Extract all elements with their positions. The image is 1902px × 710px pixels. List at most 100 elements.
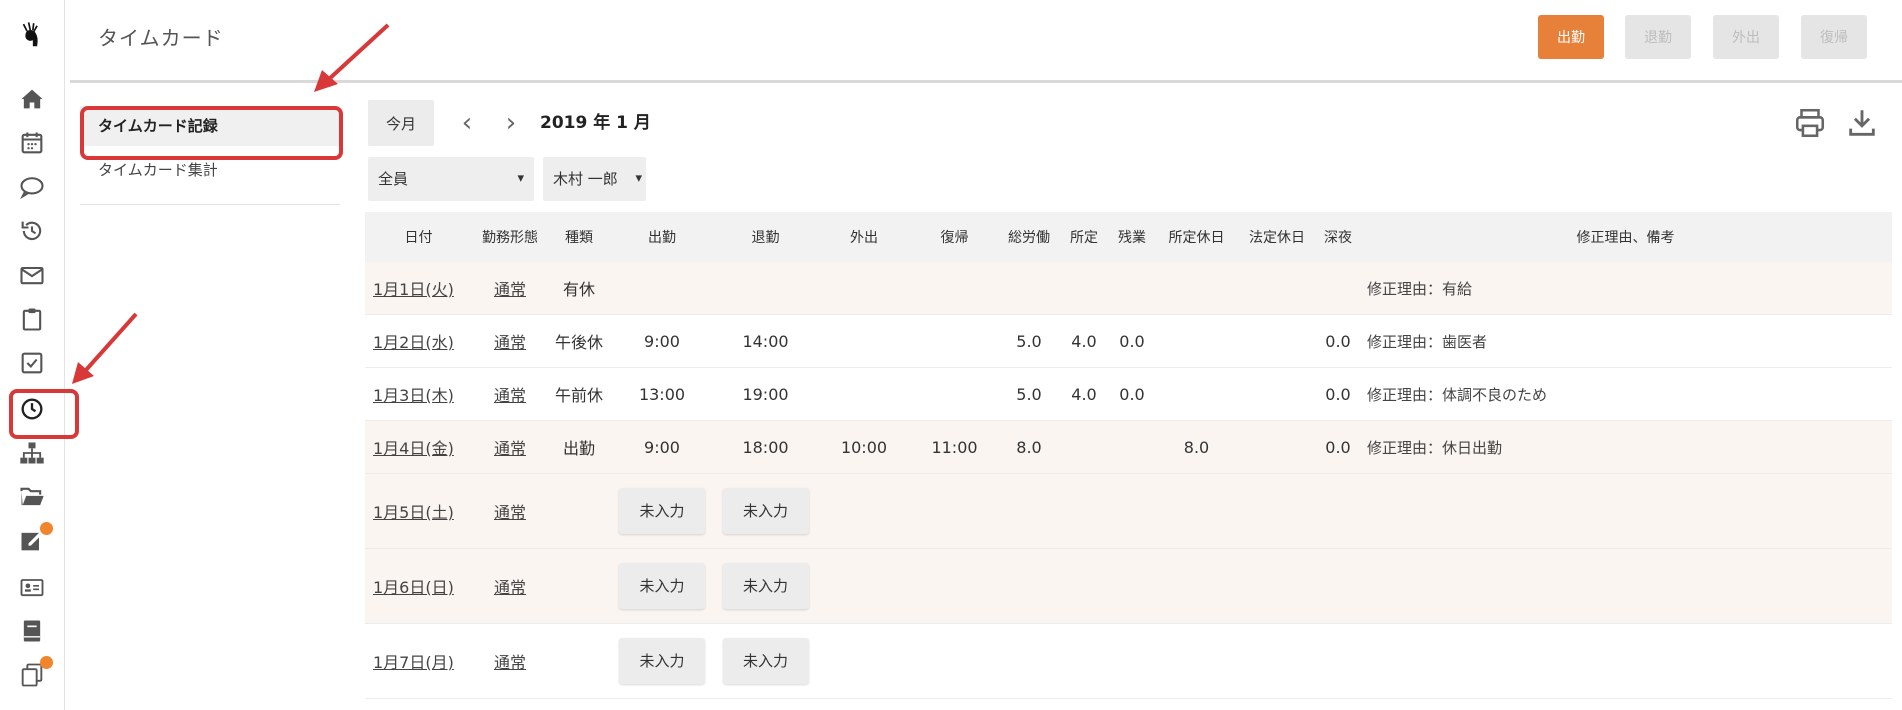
clock-out-button[interactable]: 退勤	[1625, 15, 1691, 59]
clock-in-unset-button[interactable]: 未入力	[619, 563, 705, 609]
row-empty-cells	[817, 623, 1359, 699]
row-date-link[interactable]: 1月4日(金)	[365, 420, 472, 474]
row-legal-holiday	[1237, 314, 1317, 368]
row-date-link[interactable]: 1月1日(火)	[365, 262, 472, 315]
row-clock-in: 未入力	[610, 623, 714, 699]
row-remark	[1359, 623, 1892, 699]
clock-icon-highlight	[9, 389, 79, 439]
table-row: 1月7日(月) 通常 未入力 未入力	[365, 623, 1892, 699]
row-go-out: 10:00	[817, 420, 911, 474]
row-date-link[interactable]: 1月5日(土)	[365, 473, 472, 549]
chevron-down-icon: ▾	[517, 171, 524, 186]
page-header: タイムカード 出勤 退勤 外出 復帰	[70, 0, 1902, 83]
user-select[interactable]: 木村 一郎 ▾	[543, 157, 646, 201]
col-date: 日付	[365, 212, 472, 262]
row-overtime: 0.0	[1108, 314, 1156, 368]
group-select-value: 全員	[378, 170, 409, 188]
row-work-type-link[interactable]: 通常	[472, 623, 548, 699]
copy-icon[interactable]	[12, 656, 53, 694]
clock-out-unset-button[interactable]: 未入力	[722, 563, 809, 609]
calendar-icon[interactable]	[12, 124, 52, 162]
row-date-link[interactable]: 1月2日(水)	[365, 314, 472, 368]
print-icon[interactable]	[1793, 106, 1827, 140]
chat-icon[interactable]	[12, 168, 52, 206]
col-kind: 種類	[548, 212, 610, 262]
table-row: 1月2日(水) 通常 午後休 9:00 14:00 5.0 4.0 0.0 0.…	[365, 314, 1892, 368]
book-icon[interactable]	[12, 612, 52, 650]
row-clock-out: 14:00	[714, 314, 817, 368]
notification-dot	[40, 656, 53, 669]
row-scheduled	[1060, 262, 1108, 315]
row-return	[911, 262, 998, 315]
row-work-type-link[interactable]: 通常	[472, 262, 548, 315]
row-total: 5.0	[998, 314, 1060, 368]
row-total	[998, 262, 1060, 315]
table-row: 1月3日(木) 通常 午前休 13:00 19:00 5.0 4.0 0.0 0…	[365, 367, 1892, 421]
next-month-icon[interactable]: ›	[498, 108, 524, 138]
row-clock-out	[714, 262, 817, 315]
row-go-out	[817, 367, 911, 421]
return-button[interactable]: 復帰	[1801, 15, 1867, 59]
clock-in-button[interactable]: 出勤	[1538, 15, 1604, 59]
notification-dot	[40, 522, 53, 535]
clock-out-unset-button[interactable]: 未入力	[722, 638, 809, 684]
row-empty-cells	[817, 548, 1359, 624]
row-work-type-link[interactable]: 通常	[472, 367, 548, 421]
row-remark: 修正理由：歯医者	[1359, 314, 1892, 368]
row-clock-in: 未入力	[610, 473, 714, 549]
this-month-button[interactable]: 今月	[368, 100, 434, 146]
row-date-link[interactable]: 1月7日(月)	[365, 623, 472, 699]
clipboard-icon[interactable]	[12, 300, 52, 338]
clock-in-unset-button[interactable]: 未入力	[619, 488, 705, 534]
group-select[interactable]: 全員 ▾	[368, 157, 534, 201]
row-remark	[1359, 473, 1892, 549]
row-kind: 出勤	[548, 420, 610, 474]
chevron-down-icon: ▾	[635, 171, 642, 186]
edit-icon[interactable]	[12, 522, 53, 560]
user-select-value: 木村 一郎	[553, 170, 618, 188]
row-return	[911, 314, 998, 368]
history-icon[interactable]	[12, 212, 52, 250]
go-out-button[interactable]: 外出	[1713, 15, 1779, 59]
row-remark: 修正理由：体調不良のため	[1359, 367, 1892, 421]
col-late-night: 深夜	[1317, 212, 1359, 262]
row-clock-out: 19:00	[714, 367, 817, 421]
prev-month-icon[interactable]: ‹	[454, 108, 480, 138]
row-work-type-link[interactable]: 通常	[472, 420, 548, 474]
row-overtime	[1108, 262, 1156, 315]
submenu-divider	[80, 204, 340, 205]
row-kind: 午前休	[548, 367, 610, 421]
col-overtime: 残業	[1108, 212, 1156, 262]
row-clock-in: 9:00	[610, 314, 714, 368]
col-legal-holiday: 法定休日	[1237, 212, 1317, 262]
row-date-link[interactable]: 1月6日(日)	[365, 548, 472, 624]
clock-in-unset-button[interactable]: 未入力	[619, 638, 705, 684]
row-clock-out: 未入力	[714, 548, 817, 624]
row-late-night	[1317, 262, 1359, 315]
col-scheduled: 所定	[1060, 212, 1108, 262]
row-legal-holiday	[1237, 367, 1317, 421]
row-date-link[interactable]: 1月3日(木)	[365, 367, 472, 421]
org-chart-icon[interactable]	[12, 434, 52, 472]
row-work-type-link[interactable]: 通常	[472, 314, 548, 368]
row-go-out	[817, 314, 911, 368]
row-clock-in: 未入力	[610, 548, 714, 624]
app-logo-icon[interactable]	[10, 14, 54, 58]
download-icon[interactable]	[1845, 106, 1879, 140]
row-clock-out: 未入力	[714, 473, 817, 549]
id-card-icon[interactable]	[12, 568, 52, 606]
row-remark	[1359, 548, 1892, 624]
row-late-night: 0.0	[1317, 367, 1359, 421]
row-total: 5.0	[998, 367, 1060, 421]
home-icon[interactable]	[12, 80, 52, 118]
checkbox-icon[interactable]	[12, 344, 52, 382]
row-clock-out: 18:00	[714, 420, 817, 474]
clock-out-unset-button[interactable]: 未入力	[722, 488, 809, 534]
row-go-out	[817, 262, 911, 315]
row-work-type-link[interactable]: 通常	[472, 473, 548, 549]
mail-icon[interactable]	[12, 256, 52, 294]
folder-icon[interactable]	[12, 478, 52, 516]
row-overtime	[1108, 420, 1156, 474]
table-header-row: 日付 勤務形態 種類 出勤 退勤 外出 復帰 総労働 所定 残業 所定休日 法定…	[365, 212, 1892, 262]
row-work-type-link[interactable]: 通常	[472, 548, 548, 624]
